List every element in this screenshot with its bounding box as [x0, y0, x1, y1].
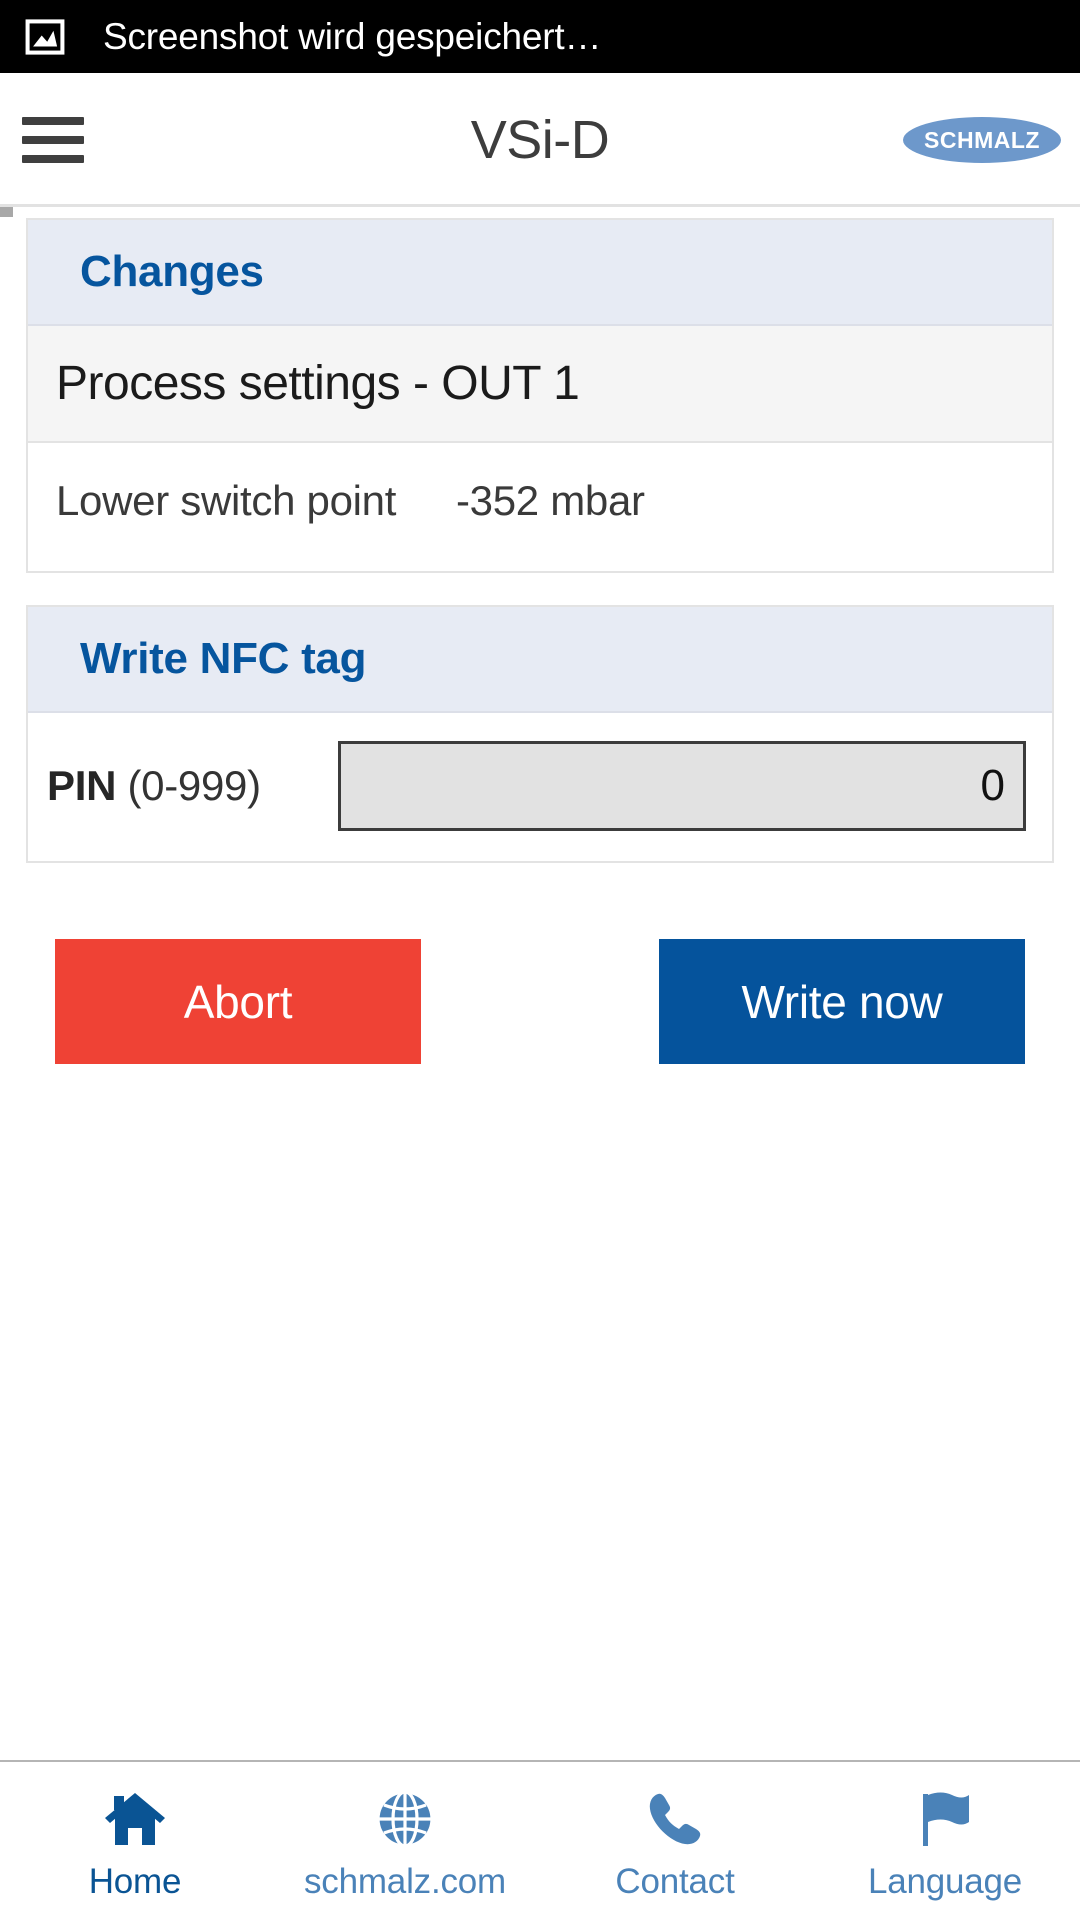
pin-label-bold: PIN — [47, 762, 117, 809]
home-icon — [102, 1786, 168, 1852]
image-saved-icon — [25, 18, 65, 55]
write-nfc-card-header: Write NFC tag — [28, 607, 1052, 713]
tab-language[interactable]: Language — [810, 1762, 1080, 1920]
phone-icon — [644, 1786, 706, 1852]
app-root: Screenshot wird gespeichert… VSi-D SCHMA… — [0, 0, 1080, 1920]
tab-home[interactable]: Home — [0, 1762, 270, 1920]
status-message: Screenshot wird gespeichert… — [103, 15, 602, 57]
write-now-button[interactable]: Write now — [659, 939, 1025, 1064]
tab-home-label: Home — [88, 1862, 182, 1901]
pin-label-range: (0-999) — [127, 762, 262, 809]
tab-schmalz-com[interactable]: schmalz.com — [270, 1762, 540, 1920]
row-label: Lower switch point — [56, 477, 397, 524]
globe-icon — [374, 1786, 436, 1852]
scroll-indicator[interactable] — [0, 207, 13, 217]
app-header: VSi-D SCHMALZ — [0, 73, 1080, 206]
tab-contact[interactable]: Contact — [540, 1762, 810, 1920]
row-value: -352 mbar — [456, 477, 645, 524]
bottom-tab-bar: Home schmalz.com Contact Language — [0, 1760, 1080, 1920]
main-content: Changes Process settings - OUT 1 Lower s… — [0, 218, 1080, 1064]
write-nfc-card: Write NFC tag PIN (0-999) 0 — [26, 605, 1054, 863]
changes-subheading-row: Process settings - OUT 1 — [28, 326, 1052, 443]
changes-subheading: Process settings - OUT 1 — [56, 357, 580, 410]
schmalz-logo: SCHMALZ — [903, 116, 1061, 163]
flag-icon — [914, 1786, 976, 1852]
changes-card-title: Changes — [80, 247, 264, 296]
tab-contact-label: Contact — [615, 1862, 735, 1901]
header-divider — [0, 204, 1080, 207]
action-buttons: Abort Write now — [0, 939, 1080, 1064]
changes-card: Changes Process settings - OUT 1 Lower s… — [26, 218, 1054, 573]
table-row: Lower switch point -352 mbar — [28, 443, 1052, 571]
tab-schmalz-com-label: schmalz.com — [303, 1862, 506, 1901]
changes-card-header: Changes — [28, 220, 1052, 326]
pin-input[interactable]: 0 — [337, 741, 1026, 831]
abort-button[interactable]: Abort — [55, 939, 421, 1064]
write-nfc-card-title: Write NFC tag — [80, 634, 367, 683]
status-bar: Screenshot wird gespeichert… — [0, 0, 1080, 73]
svg-text:SCHMALZ: SCHMALZ — [924, 127, 1040, 153]
pin-input-value: 0 — [980, 761, 1005, 810]
pin-row: PIN (0-999) 0 — [28, 713, 1052, 861]
pin-label: PIN (0-999) — [47, 762, 261, 810]
tab-language-label: Language — [867, 1862, 1023, 1901]
